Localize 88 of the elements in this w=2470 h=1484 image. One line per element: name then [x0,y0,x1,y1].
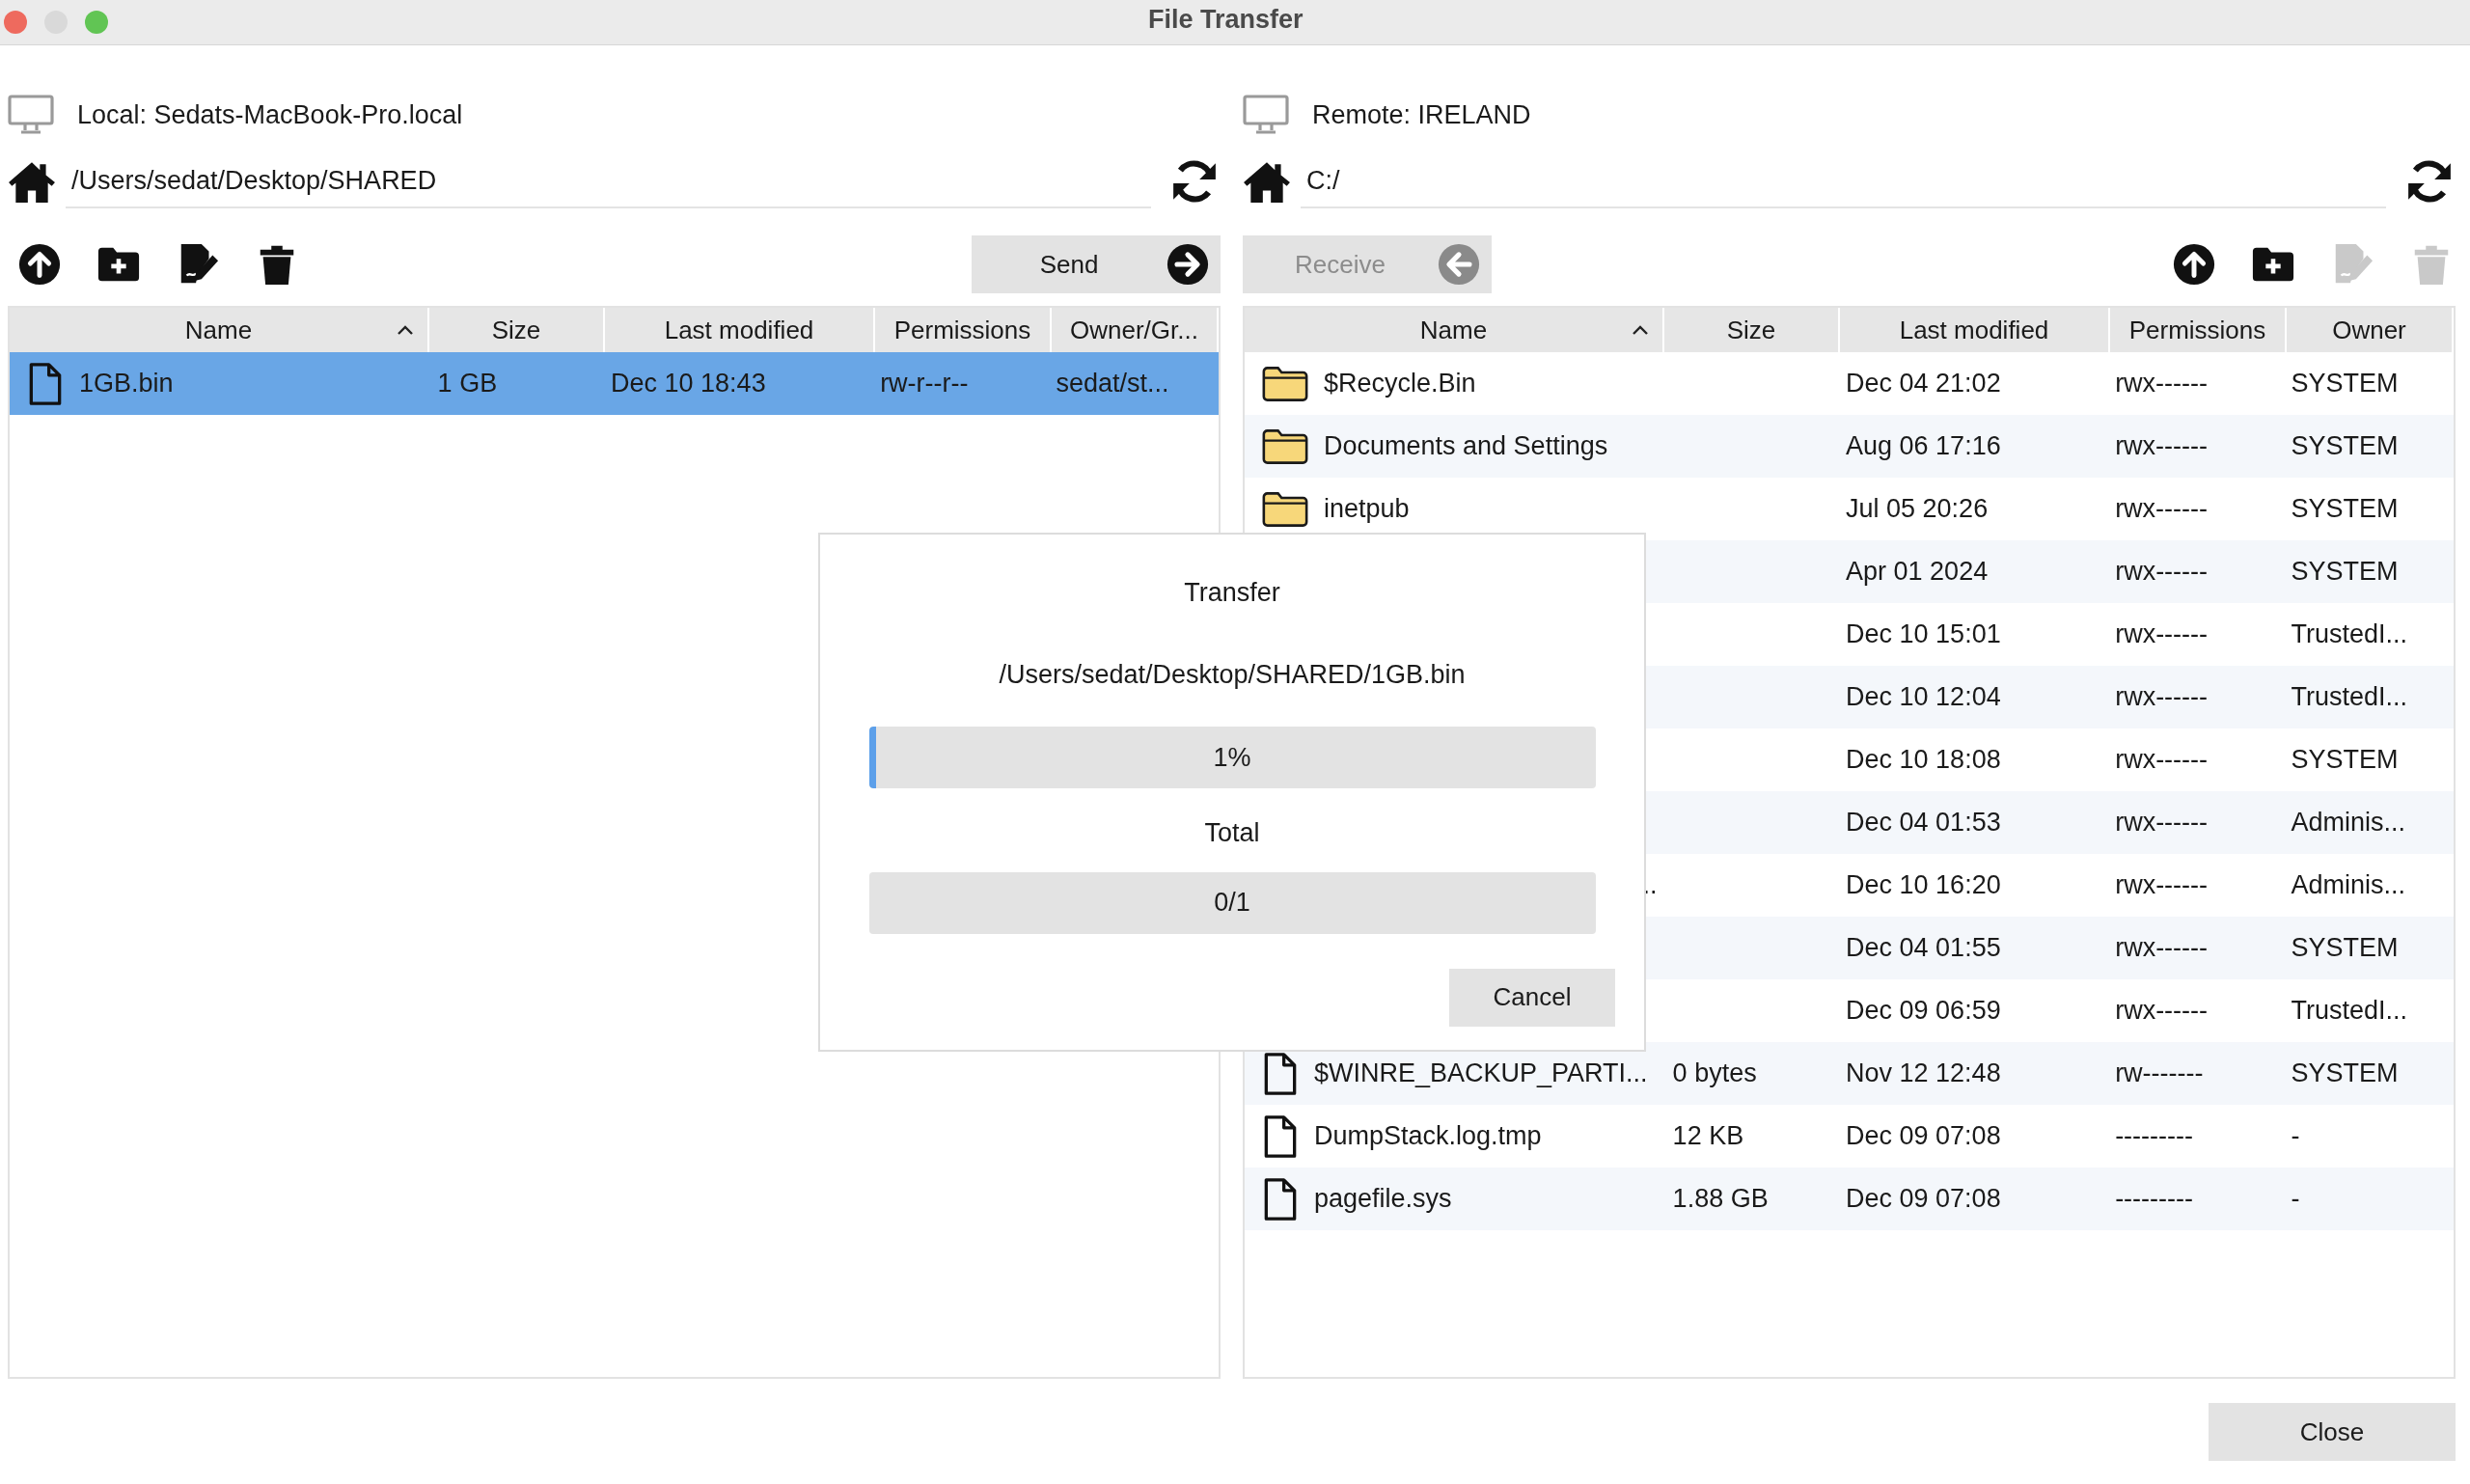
host-label: Local: Sedats-MacBook-Pro.local [77,98,463,131]
table-cell-text: 12 KB [1672,1120,1744,1153]
table-cell-text: 1 GB [437,368,498,400]
monitor-icon [1243,95,1289,135]
table-cell-text: SYSTEM [2291,932,2399,965]
file-name: $WINRE_BACKUP_PARTI... [1314,1058,1648,1090]
table-cell-text: sedat/st... [1056,368,1169,400]
file-icon [1262,1114,1299,1158]
file-row[interactable]: pagefile.sys 1.88 GB Dec 09 07:08 --------- - [1245,1168,2454,1230]
table-cell-text: SYSTEM [2291,556,2399,589]
table-cell-text: Dec 10 16:20 [1846,869,2001,902]
file-name: 1GB.bin [79,368,174,400]
table-cell-text: TrustedI... [2291,618,2408,651]
refresh-icon [1170,157,1219,206]
right-arrow-circle-icon [1166,243,1209,286]
send-button[interactable]: Send [972,235,1221,293]
file-icon [1262,1052,1299,1095]
table-cell-text: Nov 12 12:48 [1846,1058,2001,1090]
path-field[interactable]: /Users/sedat/Desktop/SHARED [66,154,1151,208]
table-cell-text: Adminis... [2291,807,2406,839]
file-row[interactable]: $WINRE_BACKUP_PARTI... 0 bytes Nov 12 12:48 rw------- SYSTEM [1245,1042,2454,1105]
file-row[interactable]: Documents and Settings Aug 06 17:16 rwx------ SYSTEM [1245,415,2454,478]
table-cell-text: SYSTEM [2291,1058,2399,1090]
table-cell-text: rwx------ [2115,932,2209,965]
file-icon [1262,1177,1299,1221]
file-row[interactable]: 1GB.bin 1 GB Dec 10 18:43 rw-r--r-- sedat/st... [10,352,1219,415]
path-field[interactable]: C:/ [1301,154,2386,208]
table-cell-text: --------- [2115,1120,2194,1153]
table-cell-text: Dec 09 07:08 [1846,1120,2001,1153]
table-cell-text: Dec 10 12:04 [1846,681,2001,714]
table-cell-text: - [2291,1183,2300,1216]
table-cell-text: TrustedI... [2291,681,2408,714]
table-cell-text: Jul 05 20:26 [1846,493,1989,526]
table-cell-text: rwx------ [2115,430,2209,463]
table-cell-text: Adminis... [2291,869,2406,902]
up-arrow-circle-icon [17,242,62,287]
table-cell-text: Dec 04 01:55 [1846,932,2001,965]
table-cell-text: Dec 09 06:59 [1846,995,2001,1028]
table-cell-text: rwx------ [2115,995,2209,1028]
table-cell-text: TrustedI... [2291,995,2408,1028]
left-arrow-circle-icon [1438,243,1480,286]
close-button[interactable]: Close [2209,1403,2456,1461]
folder-icon [1262,490,1308,528]
table-cell-text: - [2291,1120,2300,1153]
table-cell-text: --------- [2115,1183,2194,1216]
table-cell-text: Dec 04 01:53 [1846,807,2001,839]
file-name: inetpub [1324,493,1410,526]
sort-caret-icon [397,324,414,336]
file-name: pagefile.sys [1314,1183,1452,1216]
table-cell-text: Dec 10 18:43 [611,368,766,400]
table-cell-text: rw------- [2115,1058,2204,1090]
folder-icon [1262,427,1308,465]
table-cell-text: rwx------ [2115,744,2209,777]
home-icon [1243,160,1291,203]
window-title: File Transfer [1148,4,1304,36]
table-cell-text: 0 bytes [1672,1058,1757,1090]
table-cell-text: rwx------ [2115,869,2209,902]
table-cell-text: rwx------ [2115,556,2209,589]
refresh-icon [2405,157,2454,206]
table-cell-text: SYSTEM [2291,430,2399,463]
table-cell-text: rwx------ [2115,618,2209,651]
monitor-icon [8,95,54,135]
home-icon [8,160,56,203]
table-cell-text: rwx------ [2115,807,2209,839]
table-cell-text: SYSTEM [2291,368,2399,400]
table-cell-text: rwx------ [2115,368,2209,400]
folder-icon [1262,365,1308,402]
table-cell-text: Dec 09 07:08 [1846,1183,2001,1216]
up-arrow-circle-icon [2172,242,2216,287]
sort-caret-icon [1632,324,1649,336]
table-cell-text: 1.88 GB [1672,1183,1769,1216]
file-name: DumpStack.log.tmp [1314,1120,1542,1153]
close-window-button[interactable] [4,11,27,34]
table-cell-text: rwx------ [2115,493,2209,526]
file-name: $Recycle.Bin [1324,368,1476,400]
file-icon [27,362,64,405]
table-cell-text: SYSTEM [2291,744,2399,777]
table-cell-text: Dec 04 21:02 [1846,368,2001,400]
table-cell-text: Apr 01 2024 [1846,556,1989,589]
cancel-button[interactable]: Cancel [1449,968,1615,1027]
file-name: Documents and Settings [1324,430,1608,463]
table-cell-text: SYSTEM [2291,493,2399,526]
table-cell-text: rw-r--r-- [880,368,969,400]
host-label: Remote: IRELAND [1312,98,1531,131]
table-cell-text: Dec 10 18:08 [1846,744,2001,777]
table-cell-text: rwx------ [2115,681,2209,714]
table-cell-text: Aug 06 17:16 [1846,430,2001,463]
table-cell-text: Dec 10 15:01 [1846,618,2001,651]
